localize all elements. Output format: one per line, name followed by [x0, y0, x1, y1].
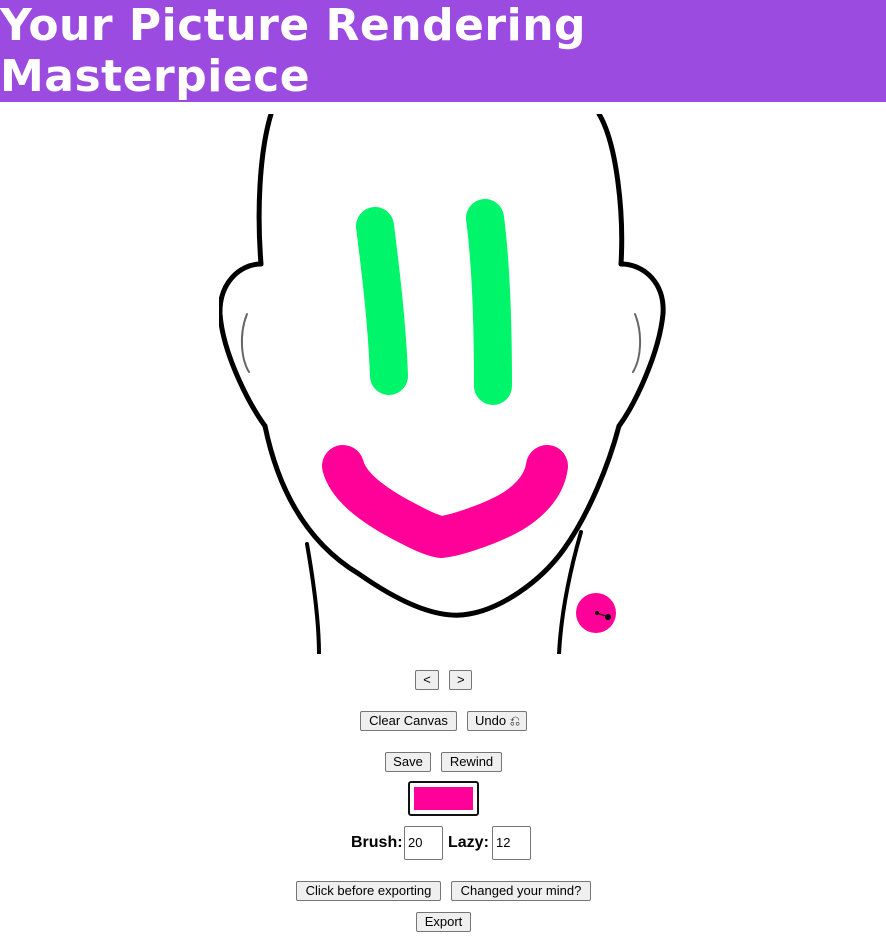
changed-mind-button[interactable]: Changed your mind?	[451, 881, 591, 901]
save-button[interactable]: Save	[385, 752, 431, 772]
page-header: Your Picture Rendering Masterpiece	[0, 0, 886, 102]
head-outline	[219, 114, 666, 654]
rewind-button[interactable]: Rewind	[441, 752, 502, 772]
brush-cursor	[576, 593, 616, 633]
mouth-stroke	[322, 445, 568, 558]
color-picker-fill	[414, 787, 473, 810]
brush-label: Brush:	[351, 834, 403, 851]
prepare-export-button[interactable]: Click before exporting	[296, 881, 441, 901]
undo-button[interactable]: Undo ⎌	[467, 711, 527, 731]
prev-button[interactable]: <	[415, 670, 439, 690]
clear-canvas-button[interactable]: Clear Canvas	[360, 711, 457, 731]
eyes-strokes	[356, 199, 512, 405]
next-button[interactable]: >	[449, 670, 472, 690]
export-button[interactable]: Export	[416, 912, 471, 932]
drawing-canvas[interactable]	[219, 114, 669, 654]
page-title: Your Picture Rendering Masterpiece	[0, 0, 587, 102]
color-picker[interactable]	[408, 781, 479, 816]
lazy-label: Lazy:	[448, 834, 489, 851]
brush-size-input[interactable]: 20	[404, 826, 443, 860]
lazy-radius-input[interactable]: 12	[492, 826, 531, 860]
